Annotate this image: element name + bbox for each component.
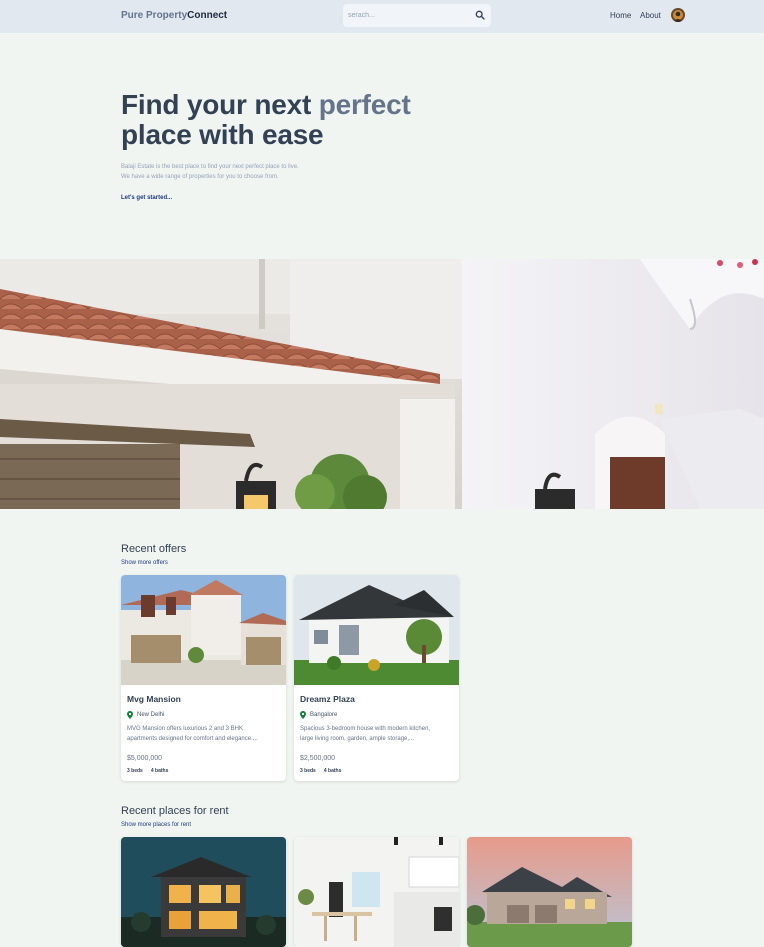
- search-icon[interactable]: [475, 10, 485, 20]
- hero-description: Balaji Estate is the best place to find …: [121, 162, 381, 182]
- hero-title-line2: place with ease: [121, 119, 324, 150]
- property-image: [121, 575, 286, 685]
- property-name: Mvg Mansion: [127, 694, 181, 704]
- hero-desc-line1: Balaji Estate is the best place to find …: [121, 164, 299, 170]
- nav-about-link[interactable]: About: [640, 11, 661, 20]
- property-image: [294, 575, 459, 685]
- offer-card-mvg-mansion[interactable]: Mvg Mansion New Delhi MVG Mansion offers…: [121, 575, 286, 781]
- rent-card-1[interactable]: [121, 837, 286, 947]
- property-description: Spacious 3-bedroom house with modern kit…: [300, 724, 453, 744]
- baths-count: 4 baths: [323, 768, 342, 774]
- property-image: [294, 837, 459, 947]
- location-pin-icon: [127, 711, 133, 719]
- logo-part-2: Connect: [187, 10, 228, 21]
- recent-offers-title: Recent offers: [121, 543, 187, 555]
- desc-line1: Spacious 3-bedroom house with modern kit…: [300, 726, 431, 732]
- rent-card-2[interactable]: [294, 837, 459, 947]
- hero-title-accent: perfect: [318, 89, 411, 120]
- beds-count: 3 beds: [300, 768, 316, 774]
- property-facts: 3 beds 4 baths: [300, 768, 349, 774]
- user-avatar[interactable]: [671, 8, 685, 22]
- desc-line1: MVG Mansion offers luxurious 2 and 3 BHK: [127, 726, 243, 732]
- property-location: Bangalore: [300, 711, 337, 719]
- get-started-link[interactable]: Let's get started...: [121, 195, 172, 201]
- property-price: $5,000,000: [127, 755, 163, 762]
- search-input[interactable]: [348, 9, 468, 22]
- desc-line2: large living room, garden, ample storage…: [300, 736, 415, 742]
- property-image: [467, 837, 632, 947]
- nav-home-link[interactable]: Home: [610, 11, 631, 20]
- baths-count: 4 baths: [150, 768, 169, 774]
- property-location: New Delhi: [127, 711, 164, 719]
- property-facts: 3 beds 4 baths: [127, 768, 176, 774]
- rent-card-3[interactable]: [467, 837, 632, 947]
- offer-card-dreamz-plaza[interactable]: Dreamz Plaza Bangalore Spacious 3-bedroo…: [294, 575, 459, 781]
- show-more-rent-link[interactable]: Show more places for rent: [121, 822, 191, 828]
- desc-line2: apartments designed for comfort and eleg…: [127, 736, 258, 742]
- house-photo: [0, 259, 764, 509]
- hero-title-line1: Find your next: [121, 89, 319, 120]
- property-description: MVG Mansion offers luxurious 2 and 3 BHK…: [127, 724, 280, 744]
- location-pin-icon: [300, 711, 306, 719]
- recent-rent-title: Recent places for rent: [121, 805, 229, 817]
- search-bar: [343, 4, 491, 27]
- logo-part-1: Pure Property: [121, 10, 188, 21]
- hero-banner-image: [0, 259, 764, 509]
- avatar-image: [671, 8, 685, 22]
- hero-desc-line2: We have a wide range of properties for y…: [121, 174, 279, 180]
- site-header: Pure PropertyConnect Home About: [0, 0, 764, 33]
- property-image: [121, 837, 286, 947]
- beds-count: 3 beds: [127, 768, 143, 774]
- show-more-offers-link[interactable]: Show more offers: [121, 560, 168, 566]
- location-text: Bangalore: [310, 712, 338, 718]
- property-name: Dreamz Plaza: [300, 694, 355, 704]
- site-logo[interactable]: Pure PropertyConnect: [121, 10, 227, 21]
- hero-title: Find your next perfect place with ease: [121, 90, 411, 150]
- property-price: $2,500,000: [300, 755, 336, 762]
- location-text: New Delhi: [137, 712, 165, 718]
